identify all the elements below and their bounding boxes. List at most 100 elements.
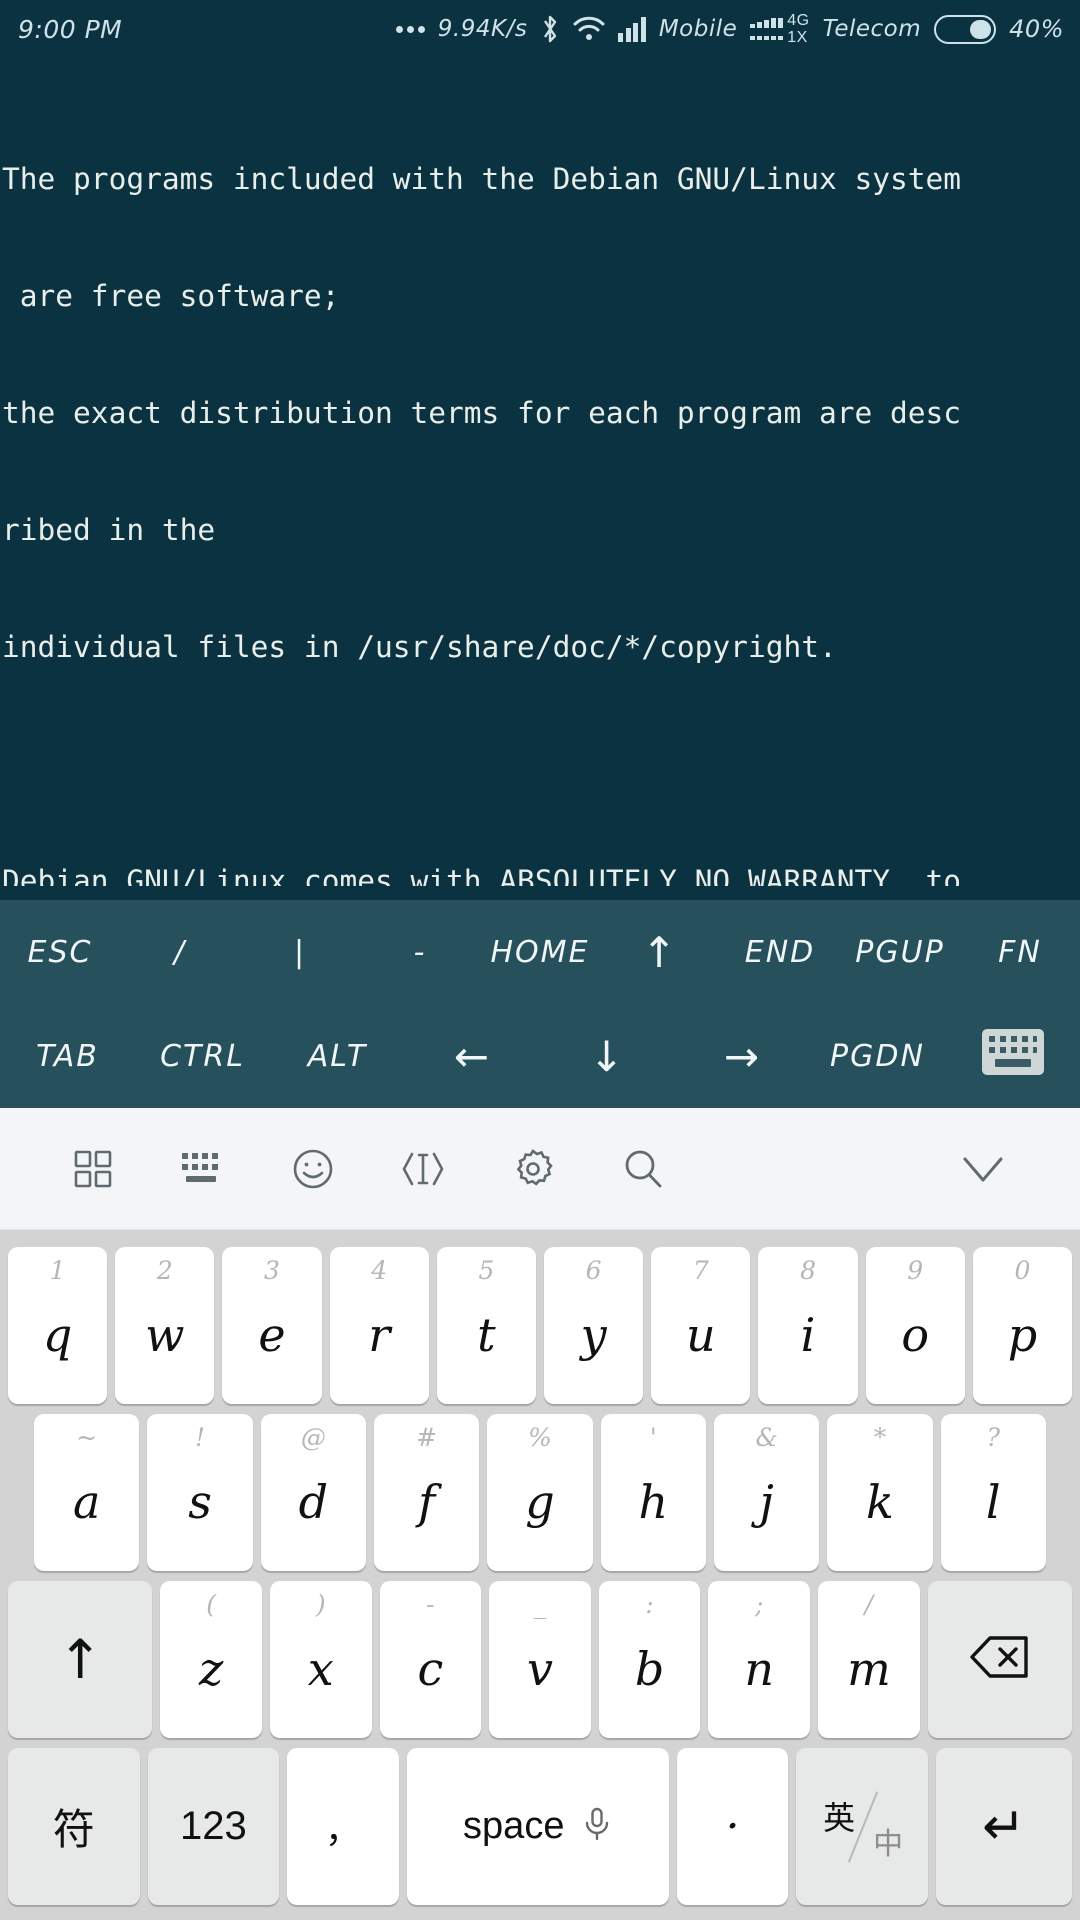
- terminal-line: The programs included with the Debian GN…: [2, 162, 962, 196]
- key-label: i: [800, 1307, 816, 1362]
- key-d[interactable]: @ d: [260, 1414, 366, 1571]
- fnkey-pgdn[interactable]: PGDN: [810, 1039, 945, 1074]
- fnkey-hide-keyboard[interactable]: [945, 1029, 1080, 1083]
- fnkey-fn[interactable]: FN: [960, 935, 1080, 970]
- terminal-line: individual files in /usr/share/doc/*/cop…: [2, 630, 837, 664]
- symbols-key[interactable]: 符: [8, 1748, 140, 1905]
- key-label: a: [72, 1474, 101, 1529]
- search-icon[interactable]: [588, 1147, 698, 1191]
- key-label: o: [901, 1307, 930, 1362]
- key-c[interactable]: -c: [379, 1581, 482, 1738]
- period-key[interactable]: ·: [676, 1748, 789, 1905]
- fnkey-arrow-up[interactable]: ↑: [600, 928, 720, 977]
- key-hint: 9: [907, 1256, 924, 1285]
- key-hint: ?: [986, 1423, 1000, 1452]
- key-h[interactable]: ' h: [600, 1414, 706, 1571]
- fnkey-arrow-right[interactable]: →: [675, 1032, 810, 1081]
- key-label: z: [199, 1641, 224, 1696]
- fnkey-pgup[interactable]: PGUP: [840, 935, 960, 970]
- key-k[interactable]: * k: [827, 1414, 933, 1571]
- key-s[interactable]: ! s: [147, 1414, 253, 1571]
- keyboard-icon[interactable]: [148, 1151, 258, 1187]
- key-i[interactable]: 8i: [758, 1247, 858, 1404]
- fnkey-end[interactable]: END: [720, 935, 840, 970]
- fnbar-row-2: TAB CTRL ALT ← ↓ → PGDN: [0, 1004, 1080, 1108]
- comma-key[interactable]: ，: [287, 1748, 399, 1905]
- gear-icon[interactable]: [478, 1147, 588, 1191]
- key-n[interactable]: ; n: [708, 1581, 811, 1738]
- apps-grid-icon[interactable]: [38, 1149, 148, 1189]
- fnkey-arrow-down[interactable]: ↓: [540, 1032, 675, 1081]
- key-hint: 0: [1014, 1256, 1031, 1285]
- chevron-down-icon[interactable]: [928, 1152, 1038, 1186]
- key-hint: _: [533, 1590, 547, 1619]
- key-label: n: [744, 1641, 775, 1696]
- fnbar-row-1: ESC / | - HOME ↑ END PGUP FN: [0, 900, 1080, 1004]
- fnkey-dash[interactable]: -: [360, 935, 480, 970]
- terminal-line: the exact distribution terms for each pr…: [2, 396, 962, 430]
- backspace-icon: [969, 1634, 1031, 1685]
- key-u[interactable]: 7u: [651, 1247, 751, 1404]
- key-e[interactable]: 3e: [222, 1247, 322, 1404]
- key-label: b: [634, 1641, 665, 1696]
- more-dots-icon: [395, 25, 425, 33]
- key-g[interactable]: % g: [487, 1414, 593, 1571]
- key-label: v: [527, 1641, 553, 1696]
- key-label: 符: [52, 1805, 95, 1854]
- key-label: ·: [725, 1801, 740, 1852]
- microphone-icon[interactable]: [582, 1807, 612, 1846]
- key-hint: (: [206, 1590, 216, 1619]
- fnkey-alt[interactable]: ALT: [270, 1039, 405, 1074]
- carrier-2-label: Telecom: [822, 16, 922, 42]
- network-speed-label: 9.94K/s: [437, 16, 528, 42]
- cellular-bars-icon: 4G 1X: [750, 12, 809, 46]
- fnkey-home[interactable]: HOME: [480, 935, 600, 970]
- key-t[interactable]: 5t: [436, 1247, 537, 1404]
- key-hint: 2: [156, 1256, 173, 1285]
- key-r[interactable]: 4r: [329, 1247, 429, 1404]
- emoji-smiley-icon[interactable]: [258, 1147, 368, 1191]
- key-m[interactable]: / m: [818, 1581, 920, 1738]
- terminal-output[interactable]: The programs included with the Debian GN…: [0, 58, 1080, 886]
- terminal-line: are free software;: [2, 279, 340, 313]
- backspace-key[interactable]: [927, 1581, 1072, 1738]
- key-hint: !: [194, 1423, 206, 1452]
- terminal-line: ribed in the: [2, 513, 216, 547]
- fnkey-slash[interactable]: /: [120, 935, 240, 970]
- numbers-key[interactable]: 123: [147, 1748, 280, 1905]
- fnkey-ctrl[interactable]: CTRL: [135, 1039, 270, 1074]
- fnkey-pipe[interactable]: |: [240, 935, 360, 970]
- language-toggle-key[interactable]: 英 中: [796, 1748, 928, 1905]
- fnkey-esc[interactable]: ESC: [0, 935, 120, 970]
- terminal-function-key-bar: ESC / | - HOME ↑ END PGUP FN TAB CTRL AL…: [0, 900, 1080, 1108]
- keyboard-row-2: ~ a ! s @ d # f % g ' h & j * k ? l: [4, 1409, 1076, 1576]
- key-a[interactable]: ~ a: [34, 1414, 140, 1571]
- keyboard-row-1: 1q 2w 3e 4r 5t 6y 7u 8i 9o 0p: [4, 1242, 1076, 1409]
- key-label: g: [525, 1474, 555, 1529]
- key-f[interactable]: # f: [373, 1414, 480, 1571]
- shift-key[interactable]: ↑: [8, 1581, 153, 1738]
- key-l[interactable]: ? l: [940, 1414, 1046, 1571]
- key-x[interactable]: ) x: [269, 1581, 372, 1738]
- key-hint: 3: [264, 1256, 280, 1285]
- key-hint: 4: [371, 1256, 388, 1285]
- key-label: x: [307, 1641, 334, 1696]
- key-b[interactable]: :b: [598, 1581, 701, 1738]
- space-key[interactable]: space: [406, 1748, 669, 1905]
- enter-key[interactable]: ↵: [935, 1748, 1072, 1905]
- key-w[interactable]: 2w: [115, 1247, 215, 1404]
- text-cursor-move-icon[interactable]: [368, 1148, 478, 1190]
- fnkey-tab[interactable]: TAB: [0, 1039, 135, 1074]
- key-hint: &: [755, 1423, 778, 1452]
- fnkey-arrow-left[interactable]: ←: [405, 1032, 540, 1081]
- key-p[interactable]: 0p: [972, 1247, 1073, 1404]
- key-y[interactable]: 6y: [544, 1247, 644, 1404]
- key-z[interactable]: (z: [160, 1581, 262, 1738]
- key-v[interactable]: _ v: [489, 1581, 591, 1738]
- key-q[interactable]: 1q: [8, 1247, 108, 1404]
- enter-arrow-icon: ↵: [982, 1796, 1026, 1857]
- key-hint: 5: [478, 1256, 495, 1285]
- key-o[interactable]: 9o: [865, 1247, 965, 1404]
- status-bar: 9:00 PM 9.94K/s Mobile 4G 1X Telecom 40%: [0, 0, 1080, 58]
- key-j[interactable]: & j: [713, 1414, 820, 1571]
